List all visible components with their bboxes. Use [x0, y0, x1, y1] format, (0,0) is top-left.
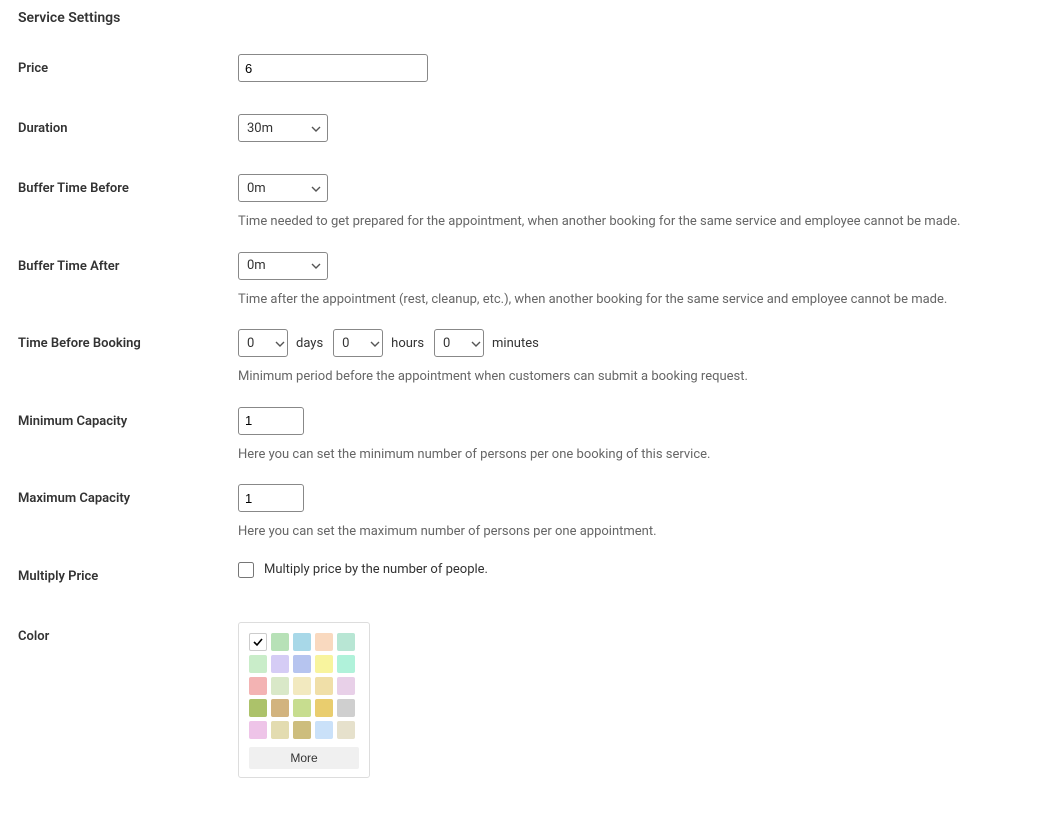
max-capacity-input[interactable] [238, 484, 304, 512]
multiply-price-checkbox-text: Multiply price by the number of people. [264, 562, 488, 577]
color-swatch[interactable] [315, 699, 333, 717]
min-capacity-description: Here you can set the minimum number of p… [238, 445, 1029, 465]
multiply-price-label: Multiply Price [18, 562, 238, 584]
buffer-before-value: 0m [247, 181, 266, 196]
check-icon [252, 636, 264, 648]
chevron-down-icon [311, 258, 321, 273]
buffer-after-row: Buffer Time After 0m Time after the appo… [18, 234, 1029, 312]
color-swatch[interactable] [293, 699, 311, 717]
buffer-before-description: Time needed to get prepared for the appo… [238, 212, 1029, 232]
duration-row: Duration 30m [18, 96, 1029, 156]
multiply-price-checkbox[interactable] [238, 562, 254, 578]
multiply-price-row: Multiply Price Multiply price by the num… [18, 544, 1029, 604]
tbb-minutes-select[interactable]: 0 [434, 329, 484, 357]
section-title: Service Settings [18, 0, 1029, 36]
buffer-before-label: Buffer Time Before [18, 174, 238, 196]
color-swatch[interactable] [337, 633, 355, 651]
time-before-booking-row: Time Before Booking 0 days 0 [18, 311, 1029, 389]
min-capacity-input[interactable] [238, 407, 304, 435]
color-swatch[interactable] [249, 721, 267, 739]
duration-value: 30m [247, 121, 273, 136]
tbb-minutes-value: 0 [443, 336, 450, 351]
color-swatch[interactable] [293, 655, 311, 673]
color-swatch[interactable] [271, 655, 289, 673]
duration-label: Duration [18, 114, 238, 136]
chevron-down-icon [311, 121, 321, 136]
color-swatch[interactable] [293, 633, 311, 651]
price-row: Price [18, 36, 1029, 96]
time-before-booking-label: Time Before Booking [18, 329, 238, 351]
max-capacity-row: Maximum Capacity Here you can set the ma… [18, 466, 1029, 544]
buffer-after-select[interactable]: 0m [238, 252, 328, 280]
color-swatch[interactable] [249, 699, 267, 717]
chevron-down-icon [311, 181, 321, 196]
color-swatch[interactable] [271, 677, 289, 695]
buffer-after-value: 0m [247, 258, 266, 273]
price-input[interactable] [238, 54, 428, 82]
color-swatch[interactable] [271, 721, 289, 739]
buffer-after-description: Time after the appointment (rest, cleanu… [238, 290, 1029, 310]
min-capacity-label: Minimum Capacity [18, 407, 238, 429]
color-swatch[interactable] [337, 677, 355, 695]
color-swatch[interactable] [315, 633, 333, 651]
color-swatch[interactable] [315, 655, 333, 673]
chevron-down-icon [370, 336, 380, 351]
color-swatch[interactable] [271, 633, 289, 651]
min-capacity-row: Minimum Capacity Here you can set the mi… [18, 389, 1029, 467]
duration-select[interactable]: 30m [238, 114, 328, 142]
color-swatch[interactable] [337, 699, 355, 717]
tbb-days-unit: days [296, 336, 323, 351]
color-row: Color More [18, 604, 1029, 780]
tbb-description: Minimum period before the appointment wh… [238, 367, 1029, 387]
buffer-before-row: Buffer Time Before 0m Time needed to get… [18, 156, 1029, 234]
tbb-minutes-unit: minutes [492, 336, 539, 351]
tbb-days-select[interactable]: 0 [238, 329, 288, 357]
color-swatch[interactable] [315, 721, 333, 739]
color-swatch[interactable] [315, 677, 333, 695]
color-swatch[interactable] [293, 677, 311, 695]
color-swatch[interactable] [249, 633, 267, 651]
chevron-down-icon [471, 336, 481, 351]
tbb-hours-unit: hours [391, 336, 424, 351]
color-swatch[interactable] [337, 721, 355, 739]
tbb-hours-select[interactable]: 0 [333, 329, 383, 357]
color-swatch[interactable] [271, 699, 289, 717]
buffer-before-select[interactable]: 0m [238, 174, 328, 202]
buffer-after-label: Buffer Time After [18, 252, 238, 274]
color-swatch[interactable] [337, 655, 355, 673]
price-label: Price [18, 54, 238, 76]
color-label: Color [18, 622, 238, 644]
color-more-button[interactable]: More [249, 747, 359, 769]
color-swatch[interactable] [249, 677, 267, 695]
multiply-price-checkbox-label[interactable]: Multiply price by the number of people. [238, 562, 488, 578]
max-capacity-description: Here you can set the maximum number of p… [238, 522, 1029, 542]
color-palette: More [238, 622, 370, 778]
tbb-hours-value: 0 [342, 336, 349, 351]
chevron-down-icon [275, 336, 285, 351]
max-capacity-label: Maximum Capacity [18, 484, 238, 506]
color-swatch[interactable] [249, 655, 267, 673]
color-swatch[interactable] [293, 721, 311, 739]
tbb-days-value: 0 [247, 336, 254, 351]
